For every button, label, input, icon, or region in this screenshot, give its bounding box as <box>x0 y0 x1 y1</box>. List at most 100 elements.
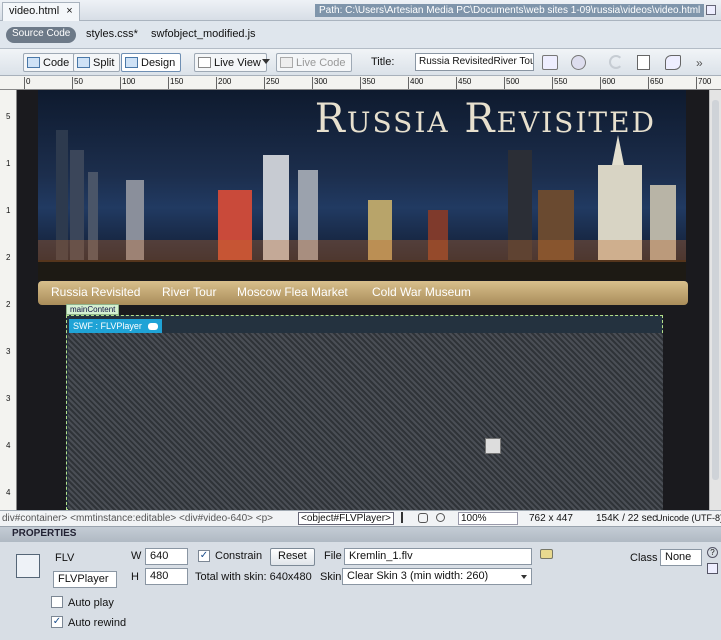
tag-selector-bar: div#container> <mmtinstance:editable> <d… <box>0 510 721 526</box>
ruler-tick-label: 1 <box>6 159 11 168</box>
vertical-ruler: 5 1 1 2 2 3 3 4 4 <box>0 90 17 510</box>
restore-window-icon[interactable] <box>706 5 716 15</box>
zoom-select[interactable]: 100% <box>458 512 518 525</box>
live-view-dropdown-icon[interactable] <box>262 59 270 64</box>
live-code-label: Live Code <box>296 56 346 69</box>
constrain-checkbox[interactable]: ✓ <box>198 550 210 562</box>
split-view-label: Split <box>93 56 115 69</box>
chevron-down-icon <box>521 575 527 579</box>
related-file-styles[interactable]: styles.css* <box>86 28 138 40</box>
auto-play-checkbox[interactable] <box>51 596 63 608</box>
ruler-tick-label: 450 <box>456 77 471 89</box>
window-size[interactable]: 762 x 447 <box>529 513 573 524</box>
constrain-label: Constrain <box>215 550 263 562</box>
height-label: H <box>131 571 139 583</box>
ruler-tick-label: 3 <box>6 347 11 356</box>
zoom-tool-icon[interactable] <box>436 513 445 522</box>
document-tab-label: video.html <box>9 5 60 17</box>
reset-button[interactable]: Reset <box>270 548 315 566</box>
file-management-icon[interactable] <box>542 55 558 70</box>
edit-icon[interactable] <box>707 563 718 574</box>
skin-select-value: Clear Skin 3 (min width: 260) <box>347 570 489 582</box>
nav-link-russia-revisited[interactable]: Russia Revisited <box>51 285 140 299</box>
code-view-label: Code <box>43 56 70 69</box>
object-name-field[interactable]: FLVPlayer <box>53 571 117 588</box>
design-view-button[interactable]: Design <box>121 53 182 72</box>
skin-label: Skin <box>320 571 342 583</box>
design-view-icon <box>125 57 138 68</box>
ruler-tick-label: 200 <box>216 77 231 89</box>
class-label: Class <box>630 552 658 564</box>
ruler-tick-label: 350 <box>360 77 375 89</box>
tag-breadcrumb[interactable]: div#container> <mmtinstance:editable> <d… <box>2 513 273 524</box>
swf-object-tab[interactable]: SWF : FLVPlayer <box>69 319 162 333</box>
help-icon[interactable]: ? <box>707 547 718 558</box>
ruler-tick-label: 650 <box>648 77 663 89</box>
file-field[interactable]: Kremlin_1.flv <box>344 548 532 565</box>
swf-object-label: SWF : FLVPlayer <box>73 321 142 331</box>
ruler-tick-label: 5 <box>6 112 11 121</box>
height-field[interactable]: 480 <box>145 568 188 585</box>
browse-folder-icon[interactable] <box>540 549 553 559</box>
banner-title: Russia Revisited <box>314 96 656 142</box>
flv-player-placeholder[interactable] <box>68 333 663 510</box>
document-tab[interactable]: video.html × <box>2 2 80 21</box>
page-render: Russia Revisited Russia Revisited River … <box>17 90 709 510</box>
object-type-label: FLV <box>55 552 75 564</box>
auto-play-label: Auto play <box>68 597 114 609</box>
selected-tag[interactable]: <object#FLVPlayer> <box>298 512 394 525</box>
ruler-tick-label: 1 <box>6 206 11 215</box>
ruler-tick-label: 250 <box>264 77 279 89</box>
select-tool-icon[interactable] <box>401 512 411 523</box>
document-tab-bar: video.html × Path: C:\Users\Artesian Med… <box>0 0 721 21</box>
hand-tool-icon[interactable] <box>418 513 428 523</box>
skin-select[interactable]: Clear Skin 3 (min width: 260) <box>342 568 532 585</box>
site-nav-bar: Russia Revisited River Tour Moscow Flea … <box>38 281 688 305</box>
ruler-tick-label: 100 <box>120 77 135 89</box>
close-icon[interactable]: × <box>66 5 72 17</box>
live-code-button: Live Code <box>276 53 352 72</box>
ruler-tick-label: 550 <box>552 77 567 89</box>
split-view-button[interactable]: Split <box>73 53 121 72</box>
nav-link-moscow-flea-market[interactable]: Moscow Flea Market <box>237 285 348 299</box>
document-toolbar: Code Split Design Live View Live Code Ti… <box>0 49 721 76</box>
width-field[interactable]: 640 <box>145 548 188 565</box>
ruler-tick-label: 2 <box>6 300 11 309</box>
visual-aids-icon[interactable] <box>637 55 650 70</box>
design-view-label: Design <box>141 56 176 69</box>
flv-object-icon <box>16 554 40 578</box>
vertical-scrollbar[interactable] <box>709 90 721 510</box>
title-field[interactable]: Russia RevisitedRiver TourFlea <box>415 53 534 71</box>
code-view-icon <box>27 57 40 68</box>
check-page-icon[interactable] <box>665 55 681 70</box>
scrollbar-thumb[interactable] <box>712 100 719 480</box>
properties-panel: PROPERTIES FLV FLVPlayer W 640 H 480 ✓ C… <box>0 526 721 640</box>
ruler-tick-label: 600 <box>600 77 615 89</box>
live-code-icon <box>280 57 293 68</box>
preview-browser-icon[interactable] <box>571 55 586 70</box>
eye-icon[interactable] <box>147 322 158 330</box>
nav-link-river-tour[interactable]: River Tour <box>162 285 216 299</box>
width-label: W <box>131 550 142 562</box>
encoding: Unicode (UTF-8) <box>656 513 721 523</box>
flash-plugin-icon <box>485 438 501 454</box>
source-code-button[interactable]: Source Code <box>6 27 77 43</box>
title-label: Title: <box>371 56 395 68</box>
file-label: File <box>324 550 342 562</box>
refresh-icon[interactable] <box>609 55 623 69</box>
main-content-region-label: mainContent <box>66 304 120 315</box>
code-view-button[interactable]: Code <box>23 53 76 72</box>
nav-link-cold-war-museum[interactable]: Cold War Museum <box>372 285 471 299</box>
auto-rewind-checkbox[interactable]: ✓ <box>51 616 63 628</box>
validate-icon[interactable]: » <box>696 56 703 70</box>
class-select[interactable]: None <box>660 549 702 566</box>
total-skin-text: Total with skin: 640x480 <box>195 571 312 583</box>
ruler-tick-label: 150 <box>168 77 183 89</box>
related-file-swfobject[interactable]: swfobject_modified.js <box>151 28 256 40</box>
ruler-tick-label: 300 <box>312 77 327 89</box>
ruler-tick-label: 500 <box>504 77 519 89</box>
live-view-button[interactable]: Live View <box>194 53 267 72</box>
design-view-canvas[interactable]: 0 50 100 150 200 250 300 350 400 450 500 550 600 650 7… <box>0 76 721 510</box>
properties-header[interactable]: PROPERTIES <box>0 527 721 542</box>
banner-image: Russia Revisited <box>38 90 686 280</box>
